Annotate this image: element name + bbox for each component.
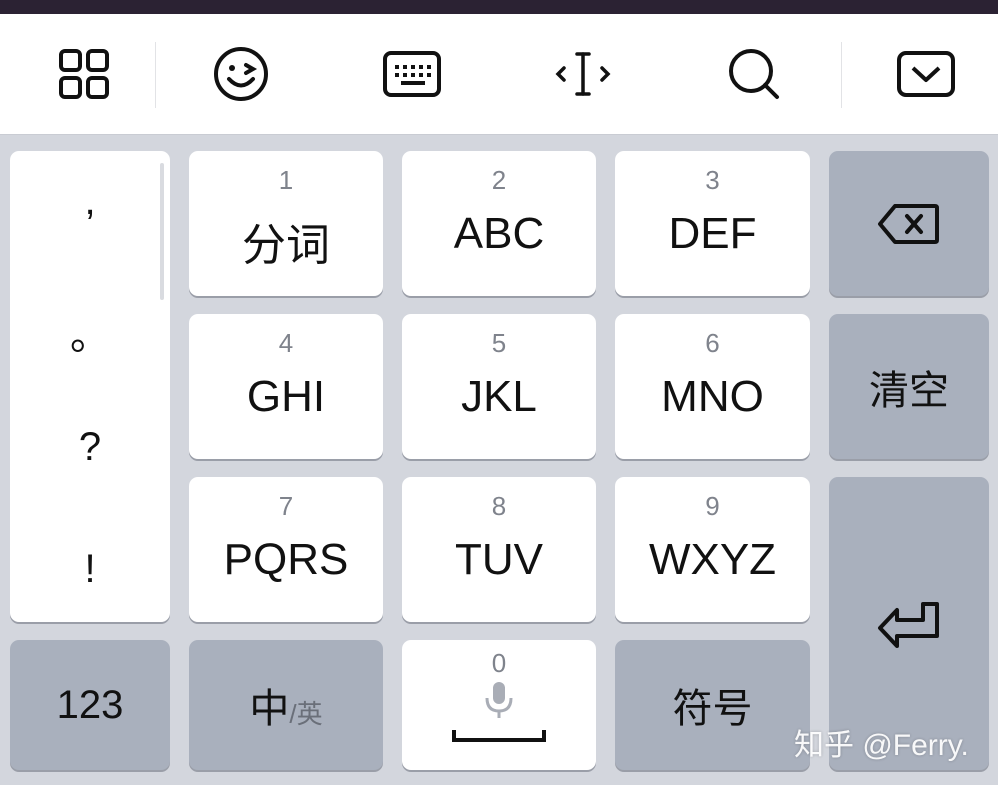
- symbols-label: 符号: [672, 687, 753, 731]
- backspace-icon: [878, 203, 939, 244]
- backspace-button[interactable]: [829, 151, 989, 296]
- punct-exclamation[interactable]: !: [10, 547, 170, 592]
- numeric-label: 123: [56, 682, 124, 727]
- return-icon: [878, 601, 939, 648]
- key-3[interactable]: 3 DEF: [615, 151, 810, 296]
- background-strip: [0, 0, 998, 14]
- punct-comma[interactable]: ,: [10, 179, 170, 224]
- key-8[interactable]: 8 TUV: [402, 477, 596, 622]
- key-7[interactable]: 7 PQRS: [189, 477, 383, 622]
- watermark-text: 知乎 @Ferry.: [794, 729, 969, 762]
- toolbar-separator: [841, 42, 842, 108]
- keyboard-icon[interactable]: [352, 14, 472, 134]
- collapse-keyboard-icon[interactable]: [866, 14, 986, 134]
- punct-period[interactable]: 。: [10, 303, 170, 361]
- search-icon[interactable]: [694, 14, 814, 134]
- clear-label: 清空: [869, 368, 949, 413]
- language-toggle-button[interactable]: 中/英: [189, 640, 383, 770]
- emoji-wink-icon[interactable]: [181, 14, 301, 134]
- punctuation-panel[interactable]: , 。 ? !: [10, 151, 170, 622]
- cursor-move-icon[interactable]: [523, 14, 643, 134]
- key-6[interactable]: 6 MNO: [615, 314, 810, 459]
- lang-secondary-label: /英: [289, 698, 323, 729]
- lang-primary-label: 中: [249, 687, 290, 731]
- key-4[interactable]: 4 GHI: [189, 314, 383, 459]
- key-2[interactable]: 2 ABC: [402, 151, 596, 296]
- toolbar-separator: [155, 42, 156, 108]
- key-5[interactable]: 5 JKL: [402, 314, 596, 459]
- grid-icon[interactable]: [24, 14, 144, 134]
- space-key[interactable]: 0: [402, 640, 596, 770]
- symbols-button[interactable]: 符号: [615, 640, 810, 770]
- punct-question[interactable]: ?: [10, 425, 170, 470]
- key-9[interactable]: 9 WXYZ: [615, 477, 810, 622]
- punctuation-scrollbar[interactable]: [160, 163, 164, 300]
- space-bar-icon: [452, 730, 546, 742]
- microphone-icon: [485, 682, 513, 718]
- key-1[interactable]: 1 分词: [189, 151, 383, 296]
- numeric-keyboard-button[interactable]: 123: [10, 640, 170, 770]
- clear-button[interactable]: 清空: [829, 314, 989, 459]
- keyboard-toolbar: [0, 14, 998, 135]
